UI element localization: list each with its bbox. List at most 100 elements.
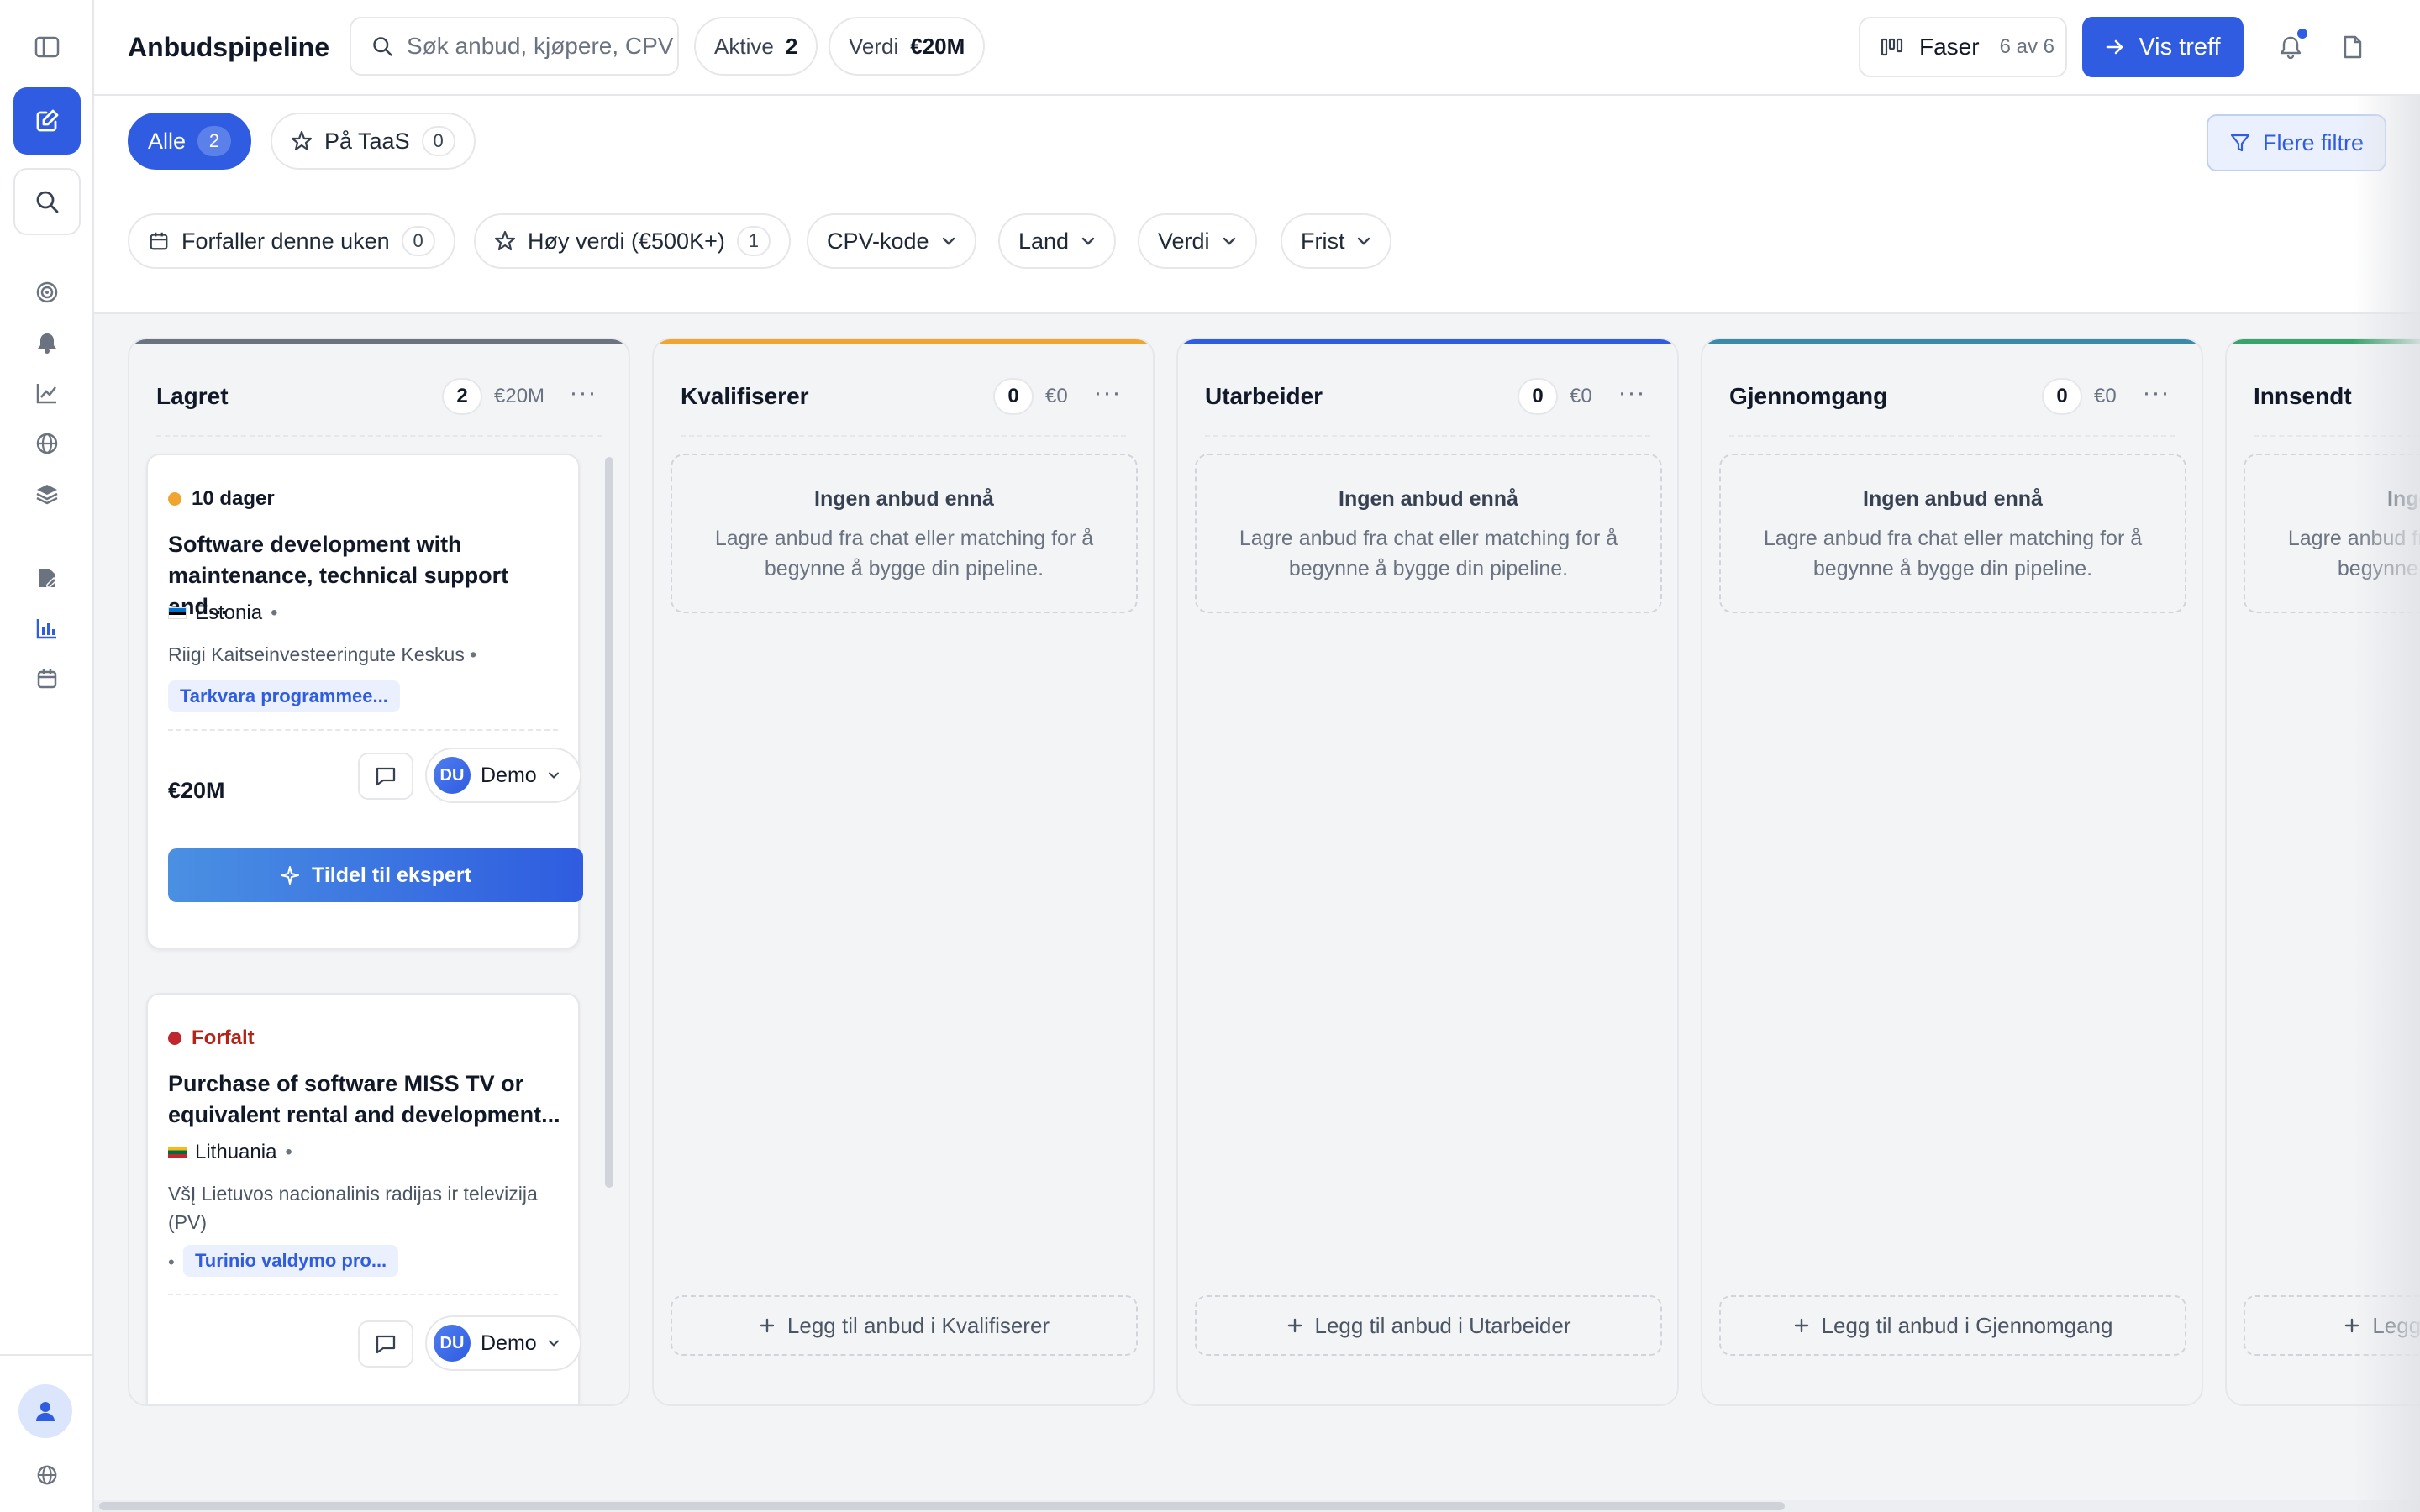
filter-country-dropdown[interactable]: Land bbox=[998, 213, 1117, 269]
document-edit-icon[interactable] bbox=[30, 561, 64, 595]
lithuania-flag-icon bbox=[168, 1147, 187, 1158]
column-menu-icon[interactable]: ··· bbox=[1613, 375, 1650, 412]
tender-title[interactable]: Purchase of software MISS TV or equivale… bbox=[168, 1068, 565, 1131]
empty-state: Ingen anbud ennå Lagre anbud fra chat el… bbox=[1195, 454, 1662, 613]
document-button[interactable] bbox=[2334, 29, 2371, 66]
filter-funnel-icon bbox=[2230, 134, 2250, 152]
search-box[interactable] bbox=[350, 17, 679, 76]
column-innsendt: Innsendt Ingen anbud ennå Lagre anbud fr… bbox=[2225, 338, 2420, 1406]
filter-high-value-chip[interactable]: Høy verdi (€500K+) 1 bbox=[474, 213, 791, 269]
chevron-down-icon bbox=[548, 772, 559, 779]
add-tender-label: Legg til anbud i Innsendt bbox=[2372, 1312, 2420, 1338]
empty-state-title: Ingen anbud ennå bbox=[814, 487, 994, 511]
chevron-down-icon bbox=[1358, 237, 1370, 245]
tender-value: €20M bbox=[168, 778, 225, 803]
star-icon bbox=[494, 230, 516, 251]
filter-value-dropdown[interactable]: Verdi bbox=[1138, 213, 1257, 269]
column-gjennomgang: Gjennomgang 0 €0 ··· Ingen anbud ennå La… bbox=[1701, 338, 2203, 1406]
column-header: Lagret 2 €20M ··· bbox=[129, 344, 629, 442]
sidebar-toggle-icon[interactable] bbox=[30, 30, 64, 64]
empty-state-text: Lagre anbud fra chat eller matching for … bbox=[714, 527, 1094, 580]
comment-icon bbox=[376, 767, 396, 786]
empty-state-text: Lagre anbud fra chat eller matching for … bbox=[1763, 527, 2143, 580]
card-divider bbox=[168, 1294, 558, 1295]
column-menu-icon[interactable]: ··· bbox=[1089, 375, 1126, 412]
user-profile-button[interactable] bbox=[18, 1384, 72, 1438]
filter-high-value-label: Høy verdi (€500K+) bbox=[528, 228, 725, 254]
top-header: Anbudspipeline Aktive 2 Verdi €20M Faser… bbox=[94, 0, 2420, 96]
empty-state: Ingen anbud ennå Lagre anbud fra chat el… bbox=[671, 454, 1138, 613]
column-header: Gjennomgang 0 €0 ··· bbox=[1702, 344, 2202, 442]
add-tender-button[interactable]: Legg til anbud i Kvalifiserer bbox=[671, 1295, 1138, 1356]
add-tender-button[interactable]: Legg til anbud i Innsendt bbox=[2244, 1295, 2420, 1356]
separator-dot: • bbox=[168, 1252, 175, 1273]
notifications-button[interactable] bbox=[2272, 27, 2309, 66]
tender-card[interactable]: 10 dager Software development with maint… bbox=[146, 454, 583, 949]
cpv-tag: Tarkvara programmee... bbox=[168, 680, 400, 712]
filter-cpv-dropdown[interactable]: CPV-kode bbox=[807, 213, 976, 269]
column-value: €0 bbox=[1570, 385, 1592, 407]
globe-icon[interactable] bbox=[30, 427, 64, 460]
assignee-dropdown[interactable]: DU Demo bbox=[425, 748, 581, 803]
column-kvalifiserer: Kvalifiserer 0 €0 ··· Ingen anbud ennå L… bbox=[652, 338, 1155, 1406]
trend-chart-icon[interactable] bbox=[30, 376, 64, 410]
filter-bar: Alle 2 På TaaS 0 Flere filtre Forfaller … bbox=[94, 96, 2420, 314]
phases-count: 6 av 6 bbox=[1999, 35, 2054, 58]
deadline-text: Forfalt bbox=[192, 1026, 255, 1049]
assignee-dropdown[interactable]: DU Demo bbox=[425, 1315, 581, 1371]
column-utarbeider: Utarbeider 0 €0 ··· Ingen anbud ennå Lag… bbox=[1176, 338, 1679, 1406]
phases-button[interactable]: Faser 6 av 6 bbox=[1859, 17, 2067, 77]
filter-due-week-chip[interactable]: Forfaller denne uken 0 bbox=[128, 213, 455, 269]
column-menu-icon[interactable]: ··· bbox=[2138, 375, 2175, 412]
kanban-board: Lagret 2 €20M ··· 10 dager Software deve… bbox=[94, 316, 2420, 1512]
bar-chart-icon[interactable] bbox=[30, 612, 64, 645]
add-tender-button[interactable]: Legg til anbud i Gjennomgang bbox=[1719, 1295, 2186, 1356]
assign-expert-label: Tildel til ekspert bbox=[312, 863, 471, 887]
search-input[interactable] bbox=[407, 33, 676, 60]
add-tender-button[interactable]: Legg til anbud i Utarbeider bbox=[1195, 1295, 1662, 1356]
empty-state-text: Lagre anbud fra chat eller matching for … bbox=[1239, 527, 1618, 580]
filter-taas-chip[interactable]: På TaaS 0 bbox=[271, 113, 476, 170]
estonia-flag-icon bbox=[168, 607, 187, 619]
more-filters-button[interactable]: Flere filtre bbox=[2207, 114, 2386, 171]
add-tender-label: Legg til anbud i Gjennomgang bbox=[1821, 1312, 2113, 1338]
comment-button[interactable] bbox=[358, 753, 413, 800]
more-filters-label: Flere filtre bbox=[2262, 129, 2365, 155]
tender-card[interactable]: Forfalt Purchase of software MISS TV or … bbox=[146, 993, 581, 1404]
page-title: Anbudspipeline bbox=[128, 32, 329, 62]
column-value: €0 bbox=[1045, 385, 1068, 407]
target-icon[interactable] bbox=[30, 276, 64, 309]
column-menu-icon[interactable]: ··· bbox=[565, 375, 602, 412]
comment-button[interactable] bbox=[358, 1320, 413, 1368]
avatar: DU bbox=[434, 757, 471, 794]
filter-deadline-dropdown[interactable]: Frist bbox=[1281, 213, 1392, 269]
column-divider bbox=[2254, 435, 2420, 437]
active-count-badge: Aktive 2 bbox=[694, 17, 818, 76]
filter-cpv-label: CPV-kode bbox=[827, 228, 929, 254]
assign-expert-button[interactable]: Tildel til ekspert bbox=[168, 848, 583, 902]
filter-high-value-count: 1 bbox=[736, 226, 771, 256]
column-divider bbox=[1729, 435, 2175, 437]
filter-value-label: Verdi bbox=[1158, 228, 1210, 254]
filter-deadline-label: Frist bbox=[1301, 228, 1345, 254]
calendar-icon[interactable] bbox=[30, 662, 64, 696]
filter-all-chip[interactable]: Alle 2 bbox=[128, 113, 252, 170]
column-divider bbox=[156, 435, 602, 437]
filter-due-week-label: Forfaller denne uken bbox=[182, 228, 390, 254]
arrow-right-icon bbox=[2107, 39, 2123, 55]
language-globe-icon[interactable] bbox=[30, 1458, 64, 1492]
layers-icon[interactable] bbox=[30, 477, 64, 511]
search-button[interactable] bbox=[13, 168, 81, 235]
column-value: €20M bbox=[494, 385, 545, 407]
sparkle-icon bbox=[281, 866, 300, 885]
column-scrollbar[interactable] bbox=[605, 457, 613, 1188]
board-scrollbar-thumb[interactable] bbox=[99, 1502, 1785, 1510]
vis-treff-button[interactable]: Vis treff bbox=[2082, 17, 2244, 77]
column-title: Lagret bbox=[156, 383, 229, 409]
bell-icon[interactable] bbox=[30, 326, 64, 360]
value-total: €20M bbox=[910, 33, 965, 59]
active-count: 2 bbox=[785, 33, 798, 59]
new-chat-button[interactable] bbox=[13, 87, 81, 155]
column-value: €0 bbox=[2094, 385, 2117, 407]
rail-divider bbox=[0, 1354, 94, 1356]
